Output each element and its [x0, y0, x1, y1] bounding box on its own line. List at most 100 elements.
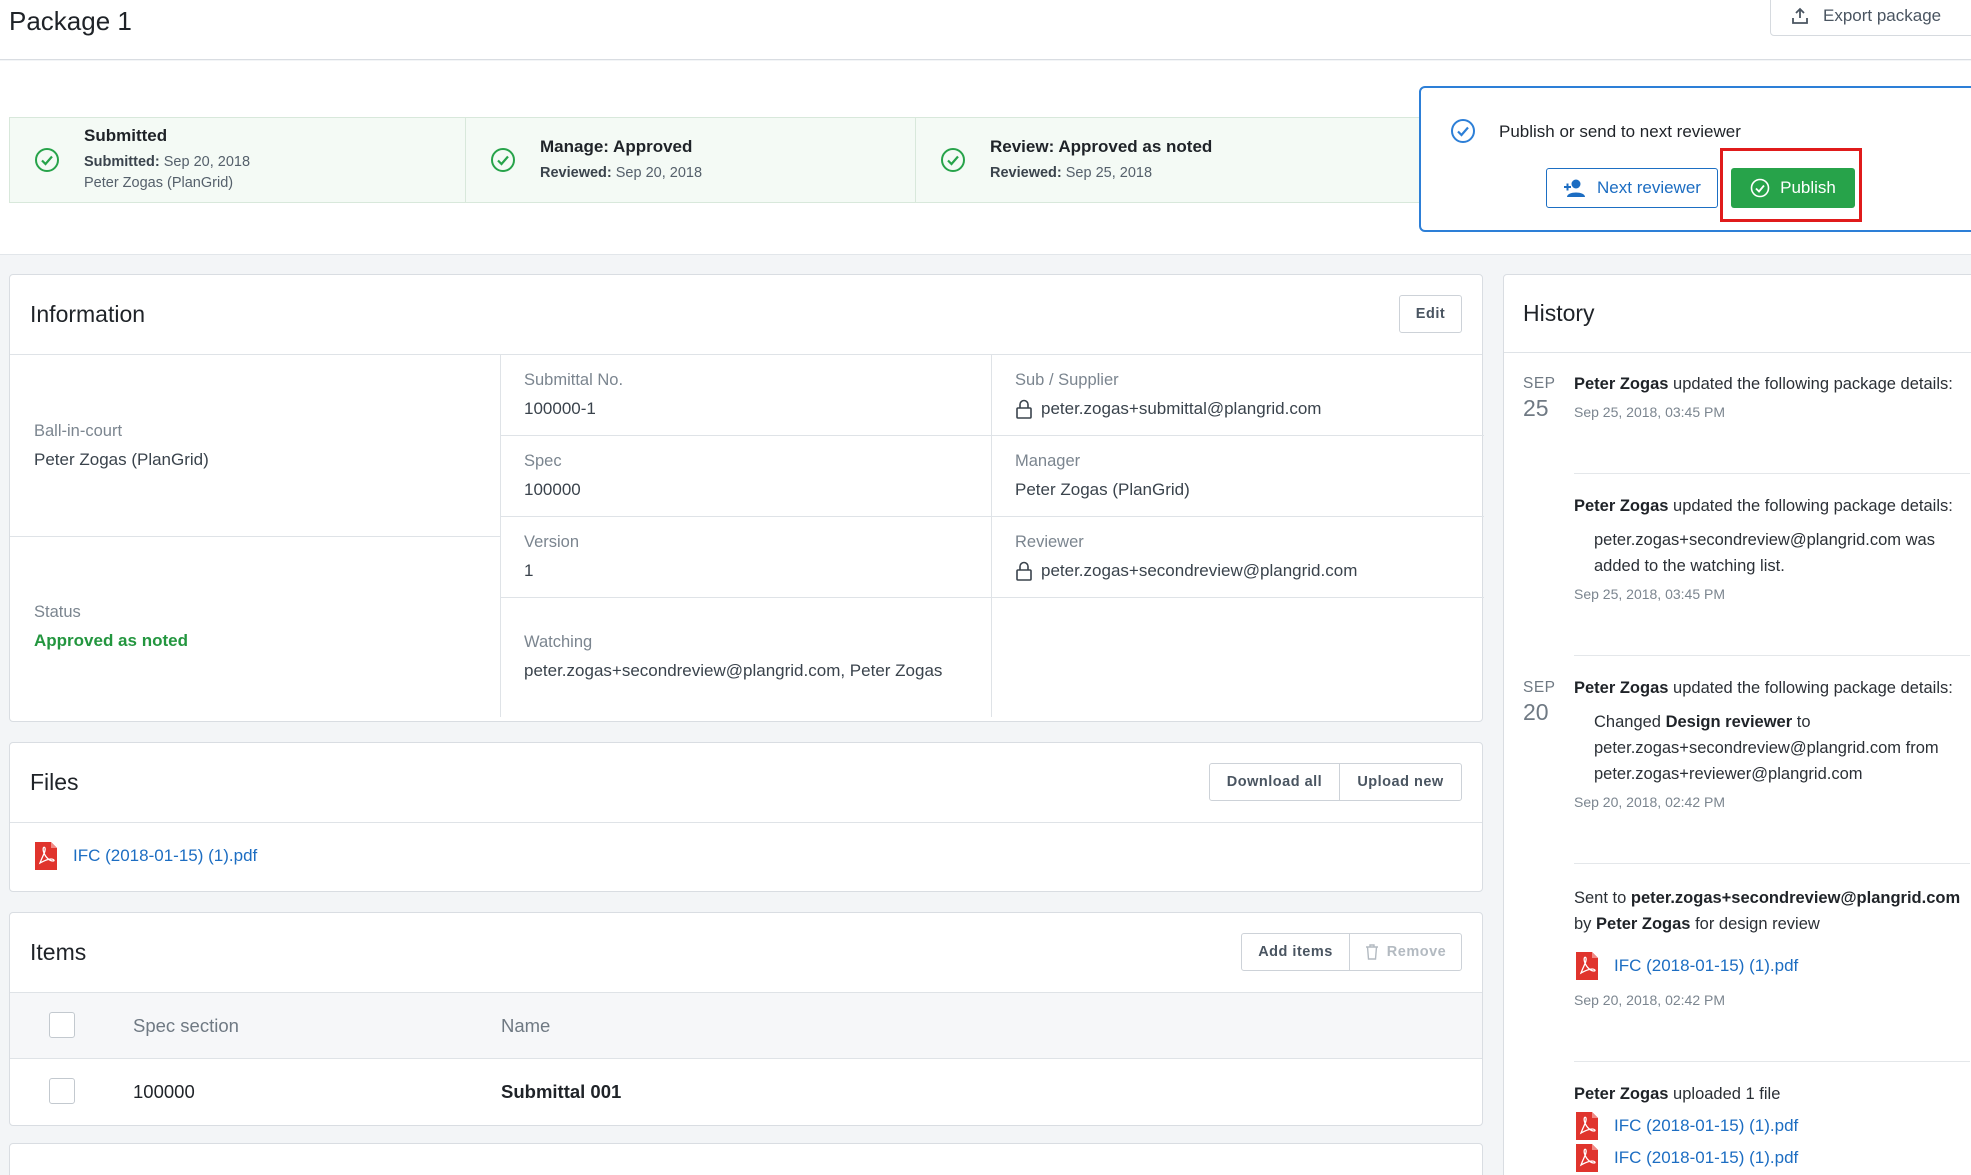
- entry-author: Peter Zogas: [1574, 1085, 1669, 1103]
- field-value: peter.zogas+secondreview@plangrid.com, P…: [524, 661, 943, 680]
- reviewer-field: Reviewer peter.zogas+secondreview@plangr…: [991, 516, 1484, 597]
- file-name-link[interactable]: IFC (2018-01-15) (1).pdf: [73, 846, 257, 866]
- export-package-button[interactable]: Export package: [1770, 0, 1971, 36]
- step-title: Submitted: [84, 126, 168, 145]
- step-date: Sep 20, 2018: [615, 164, 703, 181]
- entry-author: Peter Zogas: [1574, 375, 1669, 393]
- entry-email: peter.zogas+secondreview@plangrid.com: [1630, 889, 1961, 907]
- field-label: Reviewer: [1015, 532, 1084, 551]
- entry-purpose: for design review: [1695, 915, 1820, 933]
- pdf-file-icon: [1576, 1144, 1598, 1172]
- pdf-file-icon: [1576, 952, 1598, 980]
- history-file-link[interactable]: IFC (2018-01-15) (1).pdf: [1614, 1145, 1798, 1171]
- history-title: History: [1523, 300, 1595, 326]
- file-row[interactable]: IFC (2018-01-15) (1).pdf: [33, 841, 257, 871]
- row-checkbox[interactable]: [49, 1078, 75, 1104]
- manager-field: Manager Peter Zogas (PlanGrid): [991, 435, 1484, 516]
- history-file[interactable]: IFC (2018-01-15) (1).pdf: [1574, 951, 1971, 981]
- watching-field: Watching peter.zogas+secondreview@plangr…: [500, 597, 991, 717]
- entry-timestamp: Sep 20, 2018, 02:42 PM: [1574, 794, 1725, 810]
- entry-timestamp: Sep 20, 2018, 02:42 PM: [1574, 992, 1725, 1008]
- field-label: Version: [524, 532, 580, 551]
- history-entry: Sent to peter.zogas+secondreview@plangri…: [1574, 885, 1971, 1009]
- field-label: Spec: [524, 451, 562, 470]
- step-sub-label: Reviewed:: [540, 164, 612, 181]
- files-card: Files Download all Upload new IFC (2018-…: [9, 742, 1483, 892]
- field-label: Submittal No.: [524, 371, 624, 389]
- entry-field: Design reviewer: [1665, 713, 1793, 731]
- status-value: Approved as noted: [34, 630, 188, 650]
- step-review: Review: Approved as noted Reviewed: Sep …: [916, 118, 1448, 202]
- entry-timestamp: Sep 25, 2018, 03:45 PM: [1574, 404, 1725, 420]
- field-value: peter.zogas+secondreview@plangrid.com: [1041, 560, 1358, 580]
- check-circle-icon: [1451, 119, 1475, 143]
- check-circle-icon: [491, 148, 515, 172]
- entry-author: Peter Zogas: [1574, 679, 1669, 697]
- field-label: Sub / Supplier: [1015, 371, 1119, 389]
- entry-to-value: peter.zogas+secondreview@plangrid.com: [1594, 739, 1902, 757]
- publish-panel: Publish or send to next reviewer Next re…: [1419, 86, 1971, 232]
- history-panel: History SEP 25 Peter Zogas updated the f…: [1503, 274, 1971, 1175]
- step-sub-label: Reviewed:: [990, 164, 1062, 181]
- history-file-link[interactable]: IFC (2018-01-15) (1).pdf: [1614, 1113, 1798, 1139]
- remove-label: Remove: [1386, 944, 1447, 960]
- remove-button[interactable]: Remove: [1349, 933, 1462, 971]
- download-all-button[interactable]: Download all: [1209, 763, 1340, 801]
- history-entry: Peter Zogas uploaded 1 file IFC (2018-01…: [1574, 1081, 1971, 1173]
- pdf-file-icon: [1576, 1112, 1598, 1140]
- entry-text: uploaded 1 file: [1673, 1085, 1781, 1103]
- row-spec: 100000: [133, 1081, 195, 1102]
- date-badge: SEP 20: [1523, 679, 1556, 726]
- entry-text: updated the following package details:: [1673, 497, 1953, 515]
- step-date: Sep 25, 2018: [1065, 164, 1153, 181]
- information-title: Information: [30, 301, 146, 327]
- entry-by: by: [1574, 915, 1592, 933]
- version-field: Version 1: [500, 516, 991, 597]
- field-value: Peter Zogas (PlanGrid): [34, 449, 209, 469]
- field-label: Ball-in-court: [34, 421, 123, 440]
- upload-new-button[interactable]: Upload new: [1339, 763, 1462, 801]
- field-value: 100000: [524, 479, 581, 499]
- column-header-name: Name: [501, 1015, 551, 1036]
- publish-panel-title: Publish or send to next reviewer: [1499, 122, 1741, 141]
- history-file[interactable]: IFC (2018-01-15) (1).pdf: [1574, 1111, 1971, 1141]
- information-card: Information Edit Ball-in-court Peter Zog…: [9, 274, 1484, 722]
- field-value: 100000-1: [524, 399, 596, 418]
- edit-button[interactable]: Edit: [1399, 295, 1462, 333]
- top-bar: Package 1 Export package: [0, 0, 1971, 60]
- next-reviewer-button[interactable]: Next reviewer: [1546, 168, 1718, 208]
- field-label: Watching: [524, 633, 593, 651]
- ball-in-court-field: Ball-in-court Peter Zogas (PlanGrid): [10, 355, 500, 536]
- date-month: SEP: [1523, 679, 1556, 696]
- status-field: Status Approved as noted: [10, 536, 500, 717]
- upload-icon: [1792, 7, 1808, 24]
- history-file-link[interactable]: IFC (2018-01-15) (1).pdf: [1614, 953, 1798, 979]
- field-label: Manager: [1015, 451, 1081, 470]
- step-manage: Manage: Approved Reviewed: Sep 20, 2018: [466, 118, 916, 202]
- information-grid: Ball-in-court Peter Zogas (PlanGrid) Sta…: [10, 354, 1484, 717]
- items-table-header: Spec section Name: [10, 992, 1482, 1059]
- field-value: Peter Zogas (PlanGrid): [1015, 479, 1190, 499]
- entry-author: Peter Zogas: [1574, 497, 1669, 515]
- step-submitted: Submitted Submitted: Sep 20, 2018 Peter …: [10, 118, 466, 202]
- check-circle-icon: [941, 148, 965, 172]
- select-all-checkbox[interactable]: [49, 1012, 75, 1038]
- step-sub-label: Submitted:: [84, 154, 160, 170]
- entry-to: to: [1796, 713, 1811, 731]
- publish-highlight-box: [1720, 148, 1862, 222]
- history-file[interactable]: IFC (2018-01-15) (1).pdf: [1574, 1143, 1971, 1173]
- table-row[interactable]: 100000 Submittal 001: [10, 1059, 1482, 1126]
- entry-timestamp: Sep 25, 2018, 03:45 PM: [1574, 586, 1725, 602]
- spec-field: Spec 100000: [500, 435, 991, 516]
- date-day: 25: [1523, 395, 1549, 421]
- entry-author: Peter Zogas: [1596, 915, 1691, 933]
- page-title: Package 1: [9, 6, 132, 36]
- add-user-icon: [1564, 179, 1586, 197]
- add-items-button[interactable]: Add items: [1241, 933, 1350, 971]
- date-day: 20: [1523, 699, 1549, 725]
- files-title: Files: [30, 769, 79, 795]
- trash-icon: [1365, 944, 1378, 960]
- lock-icon: [1016, 561, 1032, 581]
- export-package-label: Export package: [1823, 6, 1942, 25]
- entry-detail: peter.zogas+secondreview@plangrid.com wa…: [1594, 531, 1935, 575]
